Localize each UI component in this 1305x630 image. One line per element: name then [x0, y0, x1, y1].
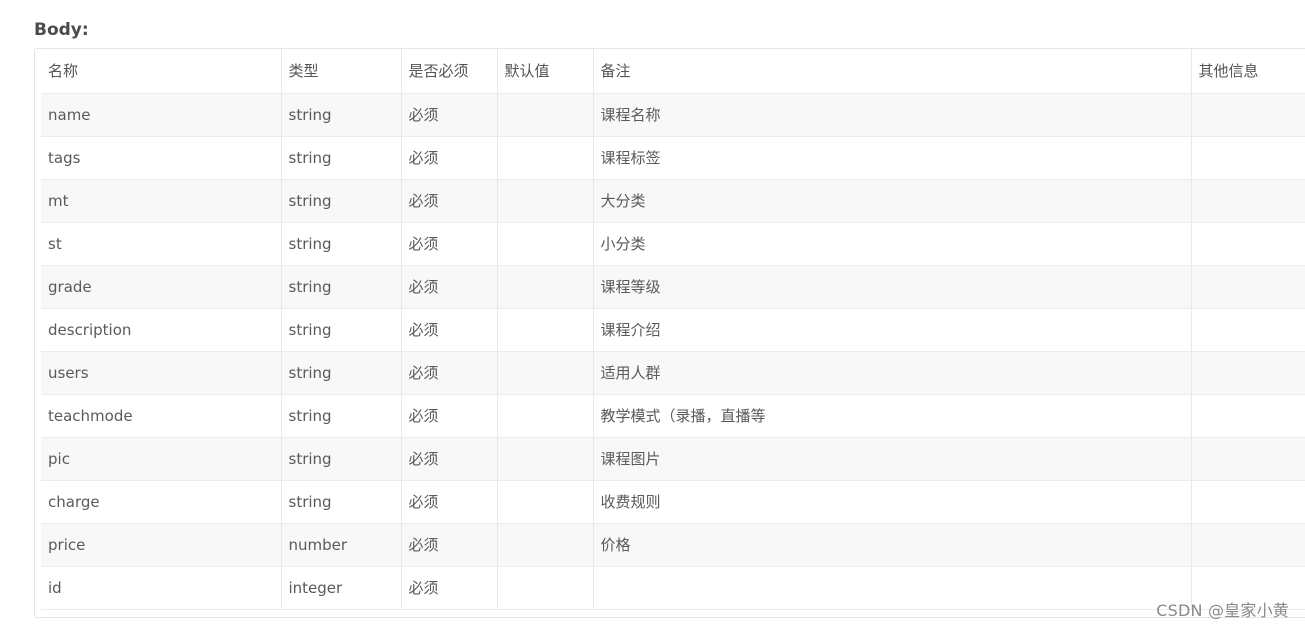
header-required: 是否必须 [401, 49, 498, 94]
table-row: id integer 必须 [41, 566, 1305, 610]
cell-other [1191, 265, 1305, 309]
cell-default [497, 222, 594, 266]
cell-required: 必须 [401, 480, 498, 524]
cell-other [1191, 523, 1305, 567]
table-row: charge string 必须 收费规则 [41, 480, 1305, 524]
cell-default [497, 351, 594, 395]
cell-default [497, 394, 594, 438]
cell-type: string [281, 480, 402, 524]
cell-note: 课程名称 [593, 93, 1192, 137]
cell-note: 课程图片 [593, 437, 1192, 481]
cell-type: string [281, 265, 402, 309]
cell-note [593, 566, 1192, 610]
cell-other [1191, 93, 1305, 137]
header-note: 备注 [593, 49, 1192, 94]
cell-default [497, 179, 594, 223]
table-row: teachmode string 必须 教学模式（录播，直播等 [41, 394, 1305, 438]
cell-name: teachmode [41, 394, 282, 438]
cell-name: id [41, 566, 282, 610]
cell-other [1191, 480, 1305, 524]
cell-type: string [281, 136, 402, 180]
table-row: pic string 必须 课程图片 [41, 437, 1305, 481]
header-name: 名称 [41, 49, 282, 94]
cell-required: 必须 [401, 523, 498, 567]
cell-name: users [41, 351, 282, 395]
cell-name: mt [41, 179, 282, 223]
cell-other [1191, 179, 1305, 223]
cell-name: price [41, 523, 282, 567]
cell-note: 收费规则 [593, 480, 1192, 524]
cell-other [1191, 308, 1305, 352]
cell-type: number [281, 523, 402, 567]
cell-other [1191, 351, 1305, 395]
table-row: grade string 必须 课程等级 [41, 265, 1305, 309]
cell-required: 必须 [401, 437, 498, 481]
cell-name: name [41, 93, 282, 137]
header-default: 默认值 [497, 49, 594, 94]
cell-type: string [281, 179, 402, 223]
cell-type: string [281, 93, 402, 137]
table-row: users string 必须 适用人群 [41, 351, 1305, 395]
table-row: price number 必须 价格 [41, 523, 1305, 567]
cell-required: 必须 [401, 308, 498, 352]
cell-note: 课程标签 [593, 136, 1192, 180]
cell-required: 必须 [401, 265, 498, 309]
cell-required: 必须 [401, 351, 498, 395]
cell-other [1191, 394, 1305, 438]
cell-default [497, 523, 594, 567]
cell-default [497, 265, 594, 309]
cell-required: 必须 [401, 394, 498, 438]
cell-name: tags [41, 136, 282, 180]
cell-type: integer [281, 566, 402, 610]
cell-name: st [41, 222, 282, 266]
cell-name: pic [41, 437, 282, 481]
cell-note: 价格 [593, 523, 1192, 567]
cell-required: 必须 [401, 93, 498, 137]
cell-default [497, 480, 594, 524]
cell-note: 教学模式（录播，直播等 [593, 394, 1192, 438]
params-table: 名称 类型 是否必须 默认值 备注 其他信息 name string 必须 课程名称 t… [41, 49, 1305, 610]
cell-type: string [281, 394, 402, 438]
cell-default [497, 93, 594, 137]
cell-default [497, 437, 594, 481]
section-title: Body: [34, 20, 89, 40]
table-row: st string 必须 小分类 [41, 222, 1305, 266]
cell-default [497, 566, 594, 610]
cell-required: 必须 [401, 136, 498, 180]
cell-note: 课程介绍 [593, 308, 1192, 352]
cell-note: 课程等级 [593, 265, 1192, 309]
cell-default [497, 136, 594, 180]
params-table-container: 名称 类型 是否必须 默认值 备注 其他信息 name string 必须 课程名称 t… [34, 48, 1305, 618]
cell-note: 小分类 [593, 222, 1192, 266]
cell-required: 必须 [401, 222, 498, 266]
header-type: 类型 [281, 49, 402, 94]
cell-default [497, 308, 594, 352]
cell-required: 必须 [401, 179, 498, 223]
table-row: name string 必须 课程名称 [41, 93, 1305, 137]
cell-other [1191, 437, 1305, 481]
cell-other [1191, 222, 1305, 266]
table-row: description string 必须 课程介绍 [41, 308, 1305, 352]
cell-required: 必须 [401, 566, 498, 610]
cell-name: grade [41, 265, 282, 309]
cell-other [1191, 136, 1305, 180]
watermark: CSDN @皇家小黄 [1156, 601, 1289, 620]
cell-type: string [281, 222, 402, 266]
cell-name: charge [41, 480, 282, 524]
header-other: 其他信息 [1191, 49, 1305, 94]
cell-type: string [281, 308, 402, 352]
table-header-row: 名称 类型 是否必须 默认值 备注 其他信息 [41, 49, 1305, 94]
cell-note: 大分类 [593, 179, 1192, 223]
cell-type: string [281, 351, 402, 395]
table-row: tags string 必须 课程标签 [41, 136, 1305, 180]
cell-type: string [281, 437, 402, 481]
table-body: name string 必须 课程名称 tags string 必须 课程标签 mt string… [41, 93, 1305, 610]
cell-name: description [41, 308, 282, 352]
cell-note: 适用人群 [593, 351, 1192, 395]
table-row: mt string 必须 大分类 [41, 179, 1305, 223]
